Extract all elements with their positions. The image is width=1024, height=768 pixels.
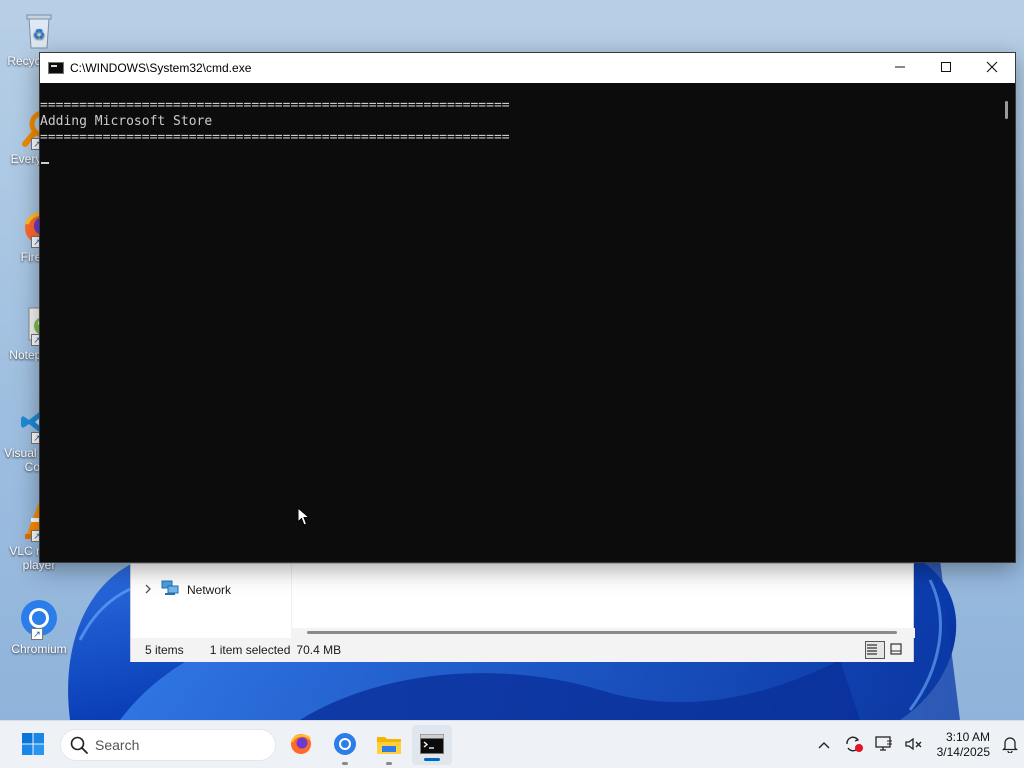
- console-output[interactable]: ========================================…: [40, 83, 1000, 562]
- active-app-indicator: [424, 758, 440, 761]
- details-view-icon: [866, 643, 878, 658]
- bell-icon: [1001, 735, 1019, 756]
- file-explorer-icon: [376, 732, 402, 759]
- network-monitor-icon: [874, 735, 894, 756]
- tiles-view-button[interactable]: [889, 641, 909, 659]
- scrollbar-thumb[interactable]: [307, 631, 897, 634]
- recycle-bin-icon: ♻: [17, 8, 61, 52]
- taskbar-app-cmd[interactable]: [412, 725, 452, 765]
- file-explorer-window[interactable]: Network 5 items 1 item selected 70.4 MB: [130, 563, 915, 662]
- system-tray: 3:10 AM 3/14/2025: [809, 721, 1024, 768]
- console-line: ========================================…: [40, 130, 510, 145]
- console-line: ========================================…: [40, 98, 510, 113]
- window-title: C:\WINDOWS\System32\cmd.exe: [70, 61, 252, 75]
- show-hidden-icons-button[interactable]: [809, 721, 839, 768]
- scrollbar-thumb[interactable]: [1005, 101, 1008, 119]
- cmd-icon: [420, 733, 444, 757]
- maximize-icon: [940, 61, 952, 76]
- vertical-scrollbar[interactable]: [999, 83, 1015, 562]
- running-indicator: [386, 762, 392, 765]
- minimize-button[interactable]: [877, 53, 923, 83]
- nav-item-network[interactable]: Network: [143, 580, 231, 599]
- chromium-icon: [332, 731, 358, 760]
- sync-alert-icon: [844, 735, 864, 756]
- taskbar-app-firefox[interactable]: [281, 721, 321, 768]
- status-bar: 5 items 1 item selected 70.4 MB: [131, 638, 913, 662]
- minimize-icon: [894, 61, 906, 76]
- search-input[interactable]: [95, 737, 265, 753]
- notifications-button[interactable]: [996, 721, 1024, 768]
- cmd-icon: [48, 62, 64, 74]
- cmd-title-bar[interactable]: C:\WINDOWS\System32\cmd.exe: [40, 53, 1015, 83]
- tiles-view-icon: [890, 642, 902, 658]
- chromium-icon: ↗: [17, 596, 61, 640]
- status-size: 70.4 MB: [296, 643, 342, 657]
- running-indicator: [342, 762, 348, 765]
- clock-date: 3/14/2025: [936, 745, 990, 759]
- clock[interactable]: 3:10 AM 3/14/2025: [929, 730, 996, 760]
- windows-logo-icon: [21, 732, 45, 759]
- taskbar-app-file-explorer[interactable]: [369, 721, 409, 768]
- close-icon: [986, 61, 998, 76]
- close-button[interactable]: [969, 53, 1015, 83]
- console-line: Adding Microsoft Store: [40, 114, 213, 129]
- desktop-icon-label: Chromium: [11, 642, 67, 656]
- volume-button[interactable]: [899, 721, 929, 768]
- chevron-up-icon: [818, 738, 830, 752]
- view-toggle: [865, 641, 909, 659]
- taskbar-search[interactable]: [60, 729, 276, 761]
- network-status-button[interactable]: [869, 721, 899, 768]
- sync-status-button[interactable]: [839, 721, 869, 768]
- svg-text:♻: ♻: [33, 26, 46, 42]
- text-cursor: [41, 162, 49, 164]
- details-view-button[interactable]: [865, 641, 885, 659]
- navigation-pane: Network: [131, 564, 291, 638]
- mouse-pointer-icon: [297, 506, 311, 530]
- start-button[interactable]: [14, 721, 52, 768]
- status-selection: 1 item selected: [209, 643, 291, 657]
- taskbar: 3:10 AM 3/14/2025: [0, 720, 1024, 768]
- nav-item-label: Network: [187, 582, 232, 597]
- maximize-button[interactable]: [923, 53, 969, 83]
- status-items-count: 5 items: [145, 643, 184, 657]
- firefox-icon: [289, 732, 313, 759]
- taskbar-app-chromium[interactable]: [325, 721, 365, 768]
- pane-divider[interactable]: [291, 564, 292, 638]
- network-icon: [161, 580, 179, 599]
- volume-muted-icon: [904, 735, 924, 756]
- desktop-icon-chromium[interactable]: ↗ Chromium: [0, 596, 78, 656]
- chevron-right-icon[interactable]: [143, 583, 153, 597]
- horizontal-scrollbar[interactable]: [291, 628, 915, 638]
- shortcut-arrow-icon: ↗: [31, 628, 43, 640]
- clock-time: 3:10 AM: [945, 730, 990, 744]
- window-controls: [877, 53, 1015, 83]
- search-icon: [69, 735, 89, 755]
- cmd-window[interactable]: C:\WINDOWS\System32\cmd.exe ============…: [39, 52, 1016, 563]
